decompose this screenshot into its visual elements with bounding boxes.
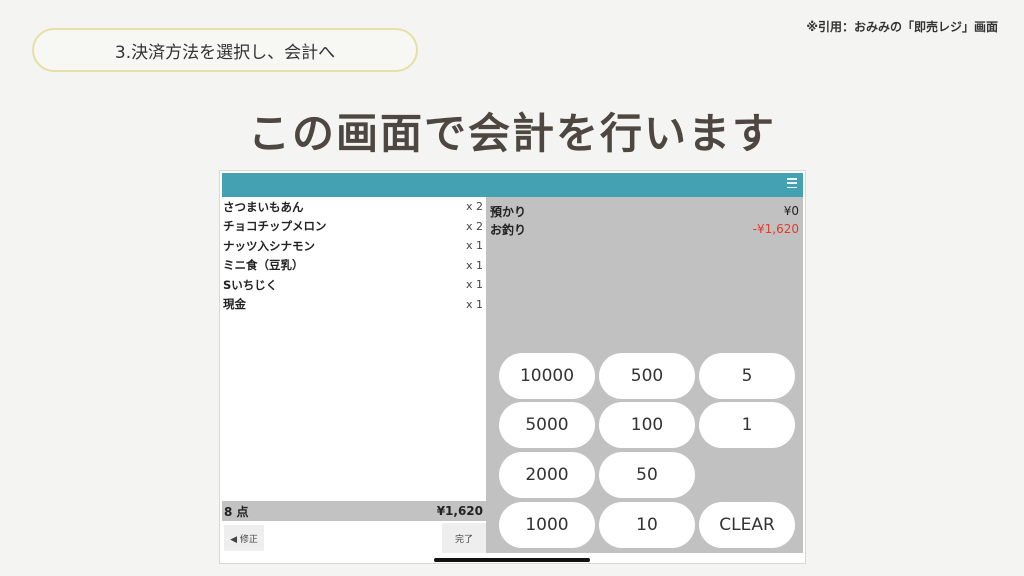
fix-button[interactable]: ◀ 修正 <box>224 525 264 551</box>
item-name: ミニ食（豆乳） <box>223 258 304 273</box>
keypad-50-button[interactable]: 50 <box>599 452 695 498</box>
list-item[interactable]: チョコチップメロン x 2 <box>222 217 486 237</box>
item-qty: x 1 <box>465 258 483 272</box>
list-item[interactable]: ナッツ入シナモン x 1 <box>222 236 486 256</box>
order-list-panel: さつまいもあん x 2 チョコチップメロン x 2 ナッツ入シナモン x 1 ミ… <box>222 197 486 553</box>
item-name: チョコチップメロン <box>223 219 327 234</box>
item-qty: x 1 <box>465 239 483 253</box>
keypad-500-button[interactable]: 500 <box>599 353 695 399</box>
total-count: 8 点 <box>224 504 249 519</box>
clear-button[interactable]: CLEAR <box>699 502 795 548</box>
keypad-5000-button[interactable]: 5000 <box>499 402 595 448</box>
item-name: 現金 <box>223 297 246 312</box>
home-indicator[interactable] <box>434 558 590 562</box>
keypad-10000-button[interactable]: 10000 <box>499 353 595 399</box>
total-bar: 8 点 ¥1,620 <box>222 501 486 521</box>
item-qty: x 2 <box>465 219 483 233</box>
menu-icon[interactable] <box>787 178 797 188</box>
keypad-100-button[interactable]: 100 <box>599 402 695 448</box>
keypad-10-button[interactable]: 10 <box>599 502 695 548</box>
item-qty: x 1 <box>465 278 483 292</box>
item-name: ナッツ入シナモン <box>223 238 315 253</box>
deposit-value: ¥0 <box>783 204 799 218</box>
step-label: 3.決済方法を選択し、会計へ <box>32 28 418 72</box>
pos-screen: さつまいもあん x 2 チョコチップメロン x 2 ナッツ入シナモン x 1 ミ… <box>219 170 806 564</box>
payment-panel: 預かり ¥0 お釣り -¥1,620 10000 500 5 5000 100 … <box>486 197 803 553</box>
item-qty: x 1 <box>465 297 483 311</box>
list-item[interactable]: さつまいもあん x 2 <box>222 197 486 217</box>
keypad-2000-button[interactable]: 2000 <box>499 452 595 498</box>
item-name: さつまいもあん <box>223 199 304 214</box>
change-row: お釣り -¥1,620 <box>490 220 799 238</box>
deposit-row: 預かり ¥0 <box>490 202 799 220</box>
app-topbar <box>222 173 803 197</box>
total-amount: ¥1,620 <box>436 504 483 518</box>
change-value: -¥1,620 <box>752 222 799 236</box>
change-label: お釣り <box>490 222 527 237</box>
deposit-label: 預かり <box>490 204 527 219</box>
list-item[interactable]: Sいちじく x 1 <box>222 275 486 295</box>
keypad-5-button[interactable]: 5 <box>699 353 795 399</box>
keypad-1000-button[interactable]: 1000 <box>499 502 595 548</box>
page-title: この画面で会計を行います <box>247 109 776 158</box>
citation-text: ※引用：おみみの「即売レジ」画面 <box>806 20 998 34</box>
item-name: Sいちじく <box>223 277 278 292</box>
order-list: さつまいもあん x 2 チョコチップメロン x 2 ナッツ入シナモン x 1 ミ… <box>222 197 486 314</box>
done-button[interactable]: 完了 <box>442 523 486 553</box>
item-qty: x 2 <box>465 200 483 214</box>
list-item[interactable]: ミニ食（豆乳） x 1 <box>222 256 486 276</box>
keypad-1-button[interactable]: 1 <box>699 402 795 448</box>
list-item[interactable]: 現金 x 1 <box>222 295 486 315</box>
